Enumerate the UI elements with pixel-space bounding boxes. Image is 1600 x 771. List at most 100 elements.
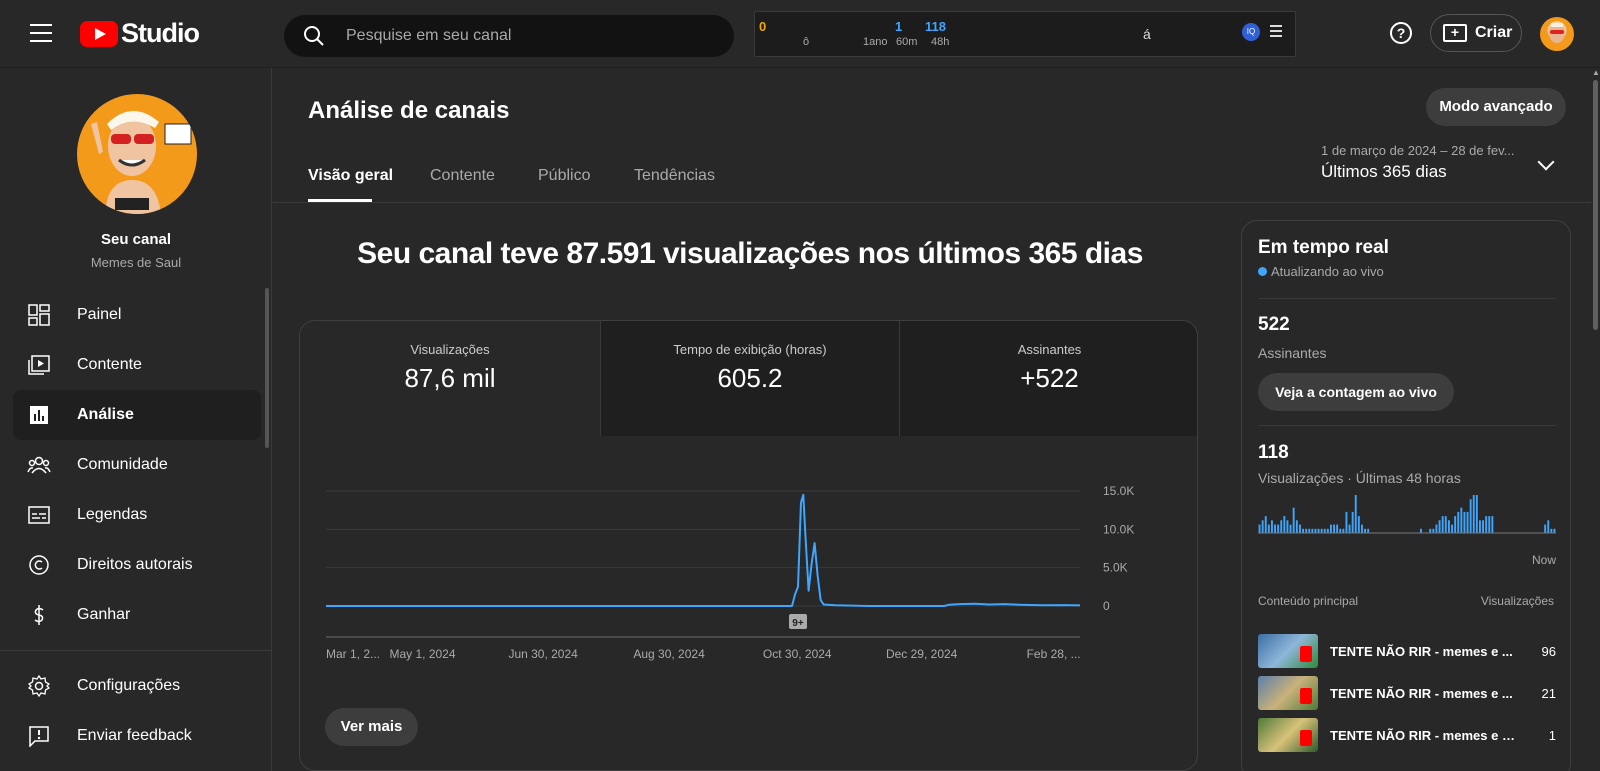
video-views: 96 [1541,643,1556,659]
ext-sub-4: 48h [931,36,950,48]
ext-sub-3: 60m [896,36,918,48]
scrollbar-thumb[interactable] [1593,80,1598,330]
sidebar-scrollbar[interactable] [265,288,269,448]
sidebar-item-contente[interactable]: Contente [13,340,261,390]
realtime-bar [1420,528,1422,533]
metric-label: Tempo de exibição (horas) [673,342,827,357]
ext-mid: á [1143,26,1151,42]
live-count-button[interactable]: Veja a contagem ao vivo [1258,373,1454,411]
metric-watch-time[interactable]: Tempo de exibição (horas) 605.2 [600,321,899,436]
extension-icon[interactable]: IQ [1242,23,1260,41]
sidebar-item-analise[interactable]: Análise [13,390,261,440]
tabs-divider [273,202,1600,203]
realtime-bar [1475,495,1478,533]
x-tick-label: Dec 29, 2024 [886,647,958,661]
ext-value-4: 118 [925,19,946,34]
metric-value: +522 [1020,363,1079,393]
sidebar-divider [0,650,272,651]
realtime-bar [1435,524,1438,533]
video-views: 1 [1548,727,1556,743]
realtime-bar [1330,524,1332,533]
sidebar: Seu canal Memes de Saul Painel Contente … [0,68,272,771]
extension-bar[interactable]: 0 ô 1 1ano 60m 118 48h á IQ [754,11,1296,57]
metric-subscribers[interactable]: Assinantes +522 [899,321,1197,436]
scroll-up-icon[interactable]: ▲ [1592,68,1600,77]
tab-visao-geral[interactable]: Visão geral [308,167,393,185]
realtime-bar [1286,520,1289,533]
feedback-icon [27,724,51,748]
realtime-bar [1553,528,1556,533]
realtime-bar [1357,516,1360,533]
channel-avatar[interactable] [77,94,197,214]
realtime-bar-chart[interactable] [1258,491,1556,561]
realtime-bar [1289,524,1292,533]
realtime-bar [1258,524,1261,533]
top-content-item[interactable]: TENTE NÃO RIR - memes e ... 21 [1258,675,1556,711]
realtime-title: Em tempo real [1258,237,1389,258]
live-label: Atualizando ao vivo [1271,264,1384,279]
realtime-bar [1457,511,1460,533]
date-range-text[interactable]: 1 de março de 2024 – 28 de fev... [1321,143,1514,158]
now-label: Now [1532,553,1557,567]
top-views-header: Visualizações [1480,594,1554,608]
top-content-item[interactable]: TENTE NÃO RIR - memes e ... 96 [1258,633,1556,669]
marker-label: 9+ [792,618,804,629]
realtime-bar [1274,524,1276,533]
realtime-bar [1295,520,1298,533]
realtime-bar [1342,528,1345,533]
realtime-bar [1277,524,1280,533]
sidebar-item-label: Configurações [77,677,181,694]
realtime-bar [1314,528,1317,533]
ext-value-2: 1 [895,19,903,34]
tab-contente[interactable]: Contente [430,167,495,185]
realtime-bar [1544,524,1547,533]
see-more-button[interactable]: Ver mais [325,708,418,746]
account-avatar[interactable] [1540,17,1574,51]
realtime-bar [1299,524,1301,533]
ext-sub-2: 1ano [863,36,888,48]
metric-label: Assinantes [1017,342,1082,357]
sidebar-item-painel[interactable]: Painel [13,290,261,340]
main-scrollbar[interactable]: ▲ [1591,68,1600,771]
realtime-bar [1451,524,1453,533]
search-input[interactable] [346,27,706,45]
help-icon[interactable]: ? [1390,22,1412,44]
menu-icon[interactable] [30,24,52,42]
sidebar-item-enviar-feedback[interactable]: Enviar feedback [13,711,261,761]
sidebar-item-label: Enviar feedback [77,727,192,744]
date-range-label[interactable]: Últimos 365 dias [1321,162,1447,182]
top-content-item[interactable]: TENTE NÃO RIR - memes e VI... 1 [1258,717,1556,753]
advanced-mode-button[interactable]: Modo avançado [1426,88,1566,126]
sidebar-item-ganhar[interactable]: Ganhar [13,590,261,640]
video-views: 21 [1541,685,1556,701]
sidebar-item-label: Legendas [77,506,148,523]
realtime-bar [1264,516,1267,533]
metric-views[interactable]: Visualizações 87,6 mil [300,321,600,436]
create-button[interactable]: + Criar [1430,14,1522,52]
search-bar[interactable] [284,15,734,57]
metric-value: 605.2 [717,363,783,393]
create-label: Criar [1475,24,1513,41]
sidebar-item-direitos-autorais[interactable]: Direitos autorais [13,540,261,590]
sidebar-item-legendas[interactable]: Legendas [13,490,261,540]
realtime-bar [1550,528,1553,533]
realtime-bar [1271,520,1273,533]
realtime-bar [1460,507,1463,533]
tab-tendencias[interactable]: Tendências [634,167,715,185]
chevron-down-icon[interactable] [1537,153,1555,171]
sidebar-item-comunidade[interactable]: Comunidade [13,440,261,490]
tab-publico[interactable]: Público [538,167,590,185]
y-tick-label: 5.0K [1103,561,1128,575]
extension-menu-icon[interactable] [1270,25,1282,40]
views-line-chart[interactable]: 15.0K 10.0K 5.0K 0 Mar 1, 2... May 1, 2024 Jun… [300,436,1198,666]
sidebar-item-label: Análise [77,406,134,423]
realtime-bar [1336,524,1339,533]
studio-logo[interactable]: Studio [80,18,200,49]
x-tick-label: May 1, 2024 [389,647,455,661]
views-series-line [326,493,1081,607]
youtube-logo-icon [80,20,118,47]
realtime-bar [1323,528,1326,533]
realtime-bar [1472,495,1475,533]
realtime-bar [1479,520,1481,533]
sidebar-item-configuracoes[interactable]: Configurações [13,661,261,711]
